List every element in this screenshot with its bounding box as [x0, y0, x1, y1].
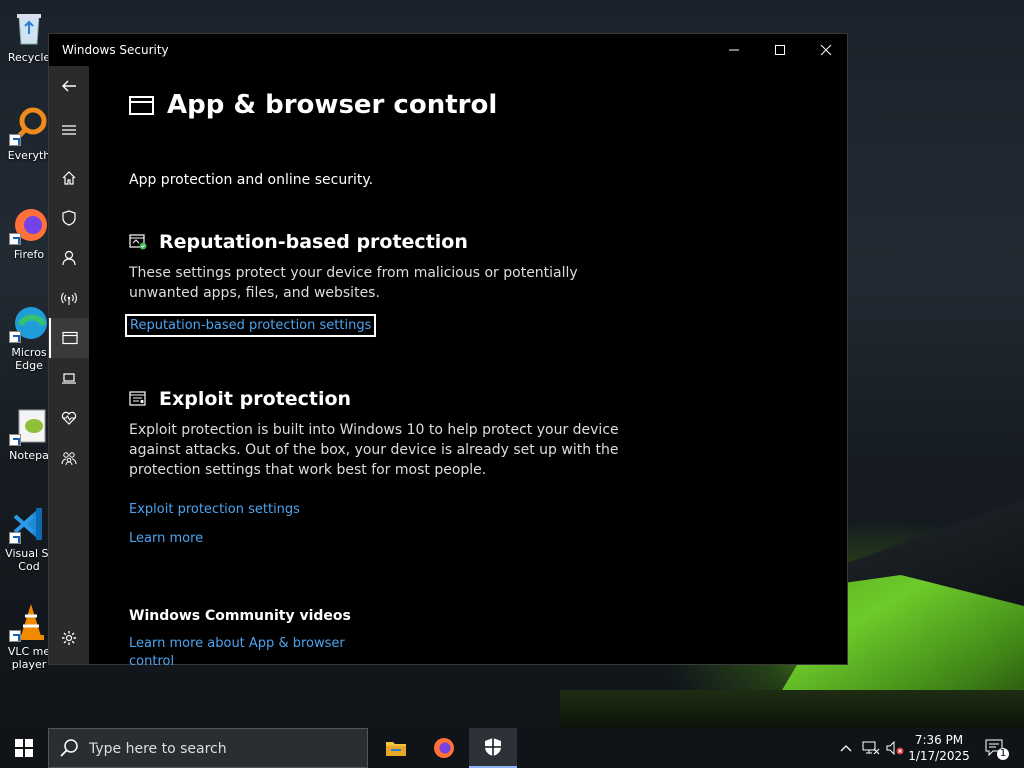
desktop-icon-label: Everyth [7, 149, 51, 162]
everything-search-icon [9, 106, 49, 146]
network-disconnected-icon [862, 741, 880, 755]
back-button[interactable] [49, 66, 89, 106]
page-title: App & browser control [167, 90, 498, 120]
close-icon [820, 44, 832, 56]
reputation-description: These settings protect your device from … [129, 265, 578, 301]
exploit-protection-icon [129, 391, 146, 406]
heart-health-icon [61, 411, 77, 425]
close-button[interactable] [803, 34, 849, 66]
windows-security-window: Windows Security App & browser control A… [48, 33, 848, 669]
exploit-learn-more-link[interactable]: Learn more [129, 531, 203, 546]
clock-time: 7:36 PM [914, 733, 964, 747]
minimize-icon [729, 49, 739, 51]
nav-settings[interactable] [49, 618, 89, 658]
window-title: Windows Security [62, 43, 169, 57]
wireless-antenna-icon [61, 292, 77, 305]
main-content: App & browser control App protection and… [124, 66, 829, 669]
reputation-protection-icon [129, 234, 147, 250]
shortcut-arrow-icon [9, 331, 21, 343]
wallpaper-ground [560, 690, 1024, 730]
firefox-icon [9, 205, 49, 245]
shortcut-arrow-icon [9, 134, 21, 146]
notepad-plus-plus-icon [9, 406, 49, 446]
firefox-icon [434, 738, 454, 758]
desktop-icon-label: Firefo [13, 248, 45, 261]
shortcut-arrow-icon [9, 434, 21, 446]
maximize-icon [775, 45, 785, 55]
title-bar[interactable]: Windows Security [49, 34, 847, 66]
home-icon [62, 171, 76, 185]
search-icon [60, 739, 78, 757]
notification-center-button[interactable]: 1 [978, 728, 1012, 768]
community-learn-more-link-line1[interactable]: Learn more about App & browser [129, 636, 345, 651]
community-videos-title: Windows Community videos [129, 608, 351, 624]
recycle-bin-icon [9, 8, 49, 48]
windows-logo-icon [15, 739, 33, 757]
taskbar-clock[interactable]: 7:36 PM 1/17/2025 [900, 732, 978, 764]
chevron-up-icon [840, 745, 852, 752]
back-arrow-icon [62, 80, 76, 92]
laptop-icon [62, 373, 76, 384]
navigation-sidebar [49, 66, 89, 664]
nav-device-performance[interactable] [49, 398, 89, 438]
shortcut-arrow-icon [9, 630, 21, 642]
shortcut-arrow-icon [9, 233, 21, 245]
reputation-section-title: Reputation-based protection [159, 231, 468, 253]
nav-firewall-network[interactable] [49, 278, 89, 318]
reputation-settings-link[interactable]: Reputation-based protection settings [124, 314, 377, 337]
menu-button[interactable] [49, 110, 89, 150]
nav-app-browser-control[interactable] [49, 318, 89, 358]
nav-virus-protection[interactable] [49, 198, 89, 238]
clock-date: 1/17/2025 [908, 749, 970, 763]
desktop-icon-label: Recycle [7, 51, 51, 64]
show-hidden-icons-button[interactable] [836, 728, 856, 768]
maximize-button[interactable] [757, 34, 803, 66]
search-placeholder: Type here to search [89, 741, 227, 757]
settings-gear-icon [62, 631, 76, 645]
windows-security-shield-icon [485, 738, 501, 756]
family-icon [61, 452, 77, 466]
vscode-icon [9, 504, 49, 544]
shortcut-arrow-icon [9, 532, 21, 544]
notification-count-badge: 1 [997, 748, 1009, 760]
person-icon [62, 250, 76, 266]
taskbar-search-box[interactable]: Type here to search [48, 728, 368, 768]
community-learn-more-link-line2[interactable]: control [129, 654, 174, 669]
taskbar-firefox[interactable] [420, 728, 468, 768]
taskbar: Type here to search 7:36 PM 1/17/2025 1 [0, 728, 1024, 768]
page-subtitle: App protection and online security. [129, 172, 374, 188]
taskbar-windows-security[interactable] [469, 728, 517, 768]
exploit-settings-link[interactable]: Exploit protection settings [129, 502, 300, 517]
file-explorer-folder-icon [386, 742, 406, 756]
app-browser-window-icon [62, 331, 78, 345]
nav-family-options[interactable] [49, 438, 89, 478]
desktop-icon-label: Micros Edge [11, 346, 47, 372]
desktop-icon-label: VLC me player [7, 645, 51, 671]
nav-account-protection[interactable] [49, 238, 89, 278]
edge-icon [9, 303, 49, 343]
app-browser-window-icon [129, 96, 154, 115]
minimize-button[interactable] [711, 34, 757, 66]
nav-home[interactable] [49, 158, 89, 198]
taskbar-file-explorer[interactable] [372, 728, 420, 768]
hamburger-menu-icon [62, 125, 76, 135]
exploit-section-title: Exploit protection [159, 388, 352, 410]
desktop-icon-label: Notepa [9, 449, 49, 462]
network-status-button[interactable] [860, 728, 882, 768]
start-button[interactable] [0, 728, 48, 768]
exploit-description: Exploit protection is built into Windows… [129, 422, 619, 478]
nav-device-security[interactable] [49, 358, 89, 398]
vlc-cone-icon [9, 602, 49, 642]
desktop-icon-label: Visual St Cod [5, 547, 53, 573]
shield-icon [62, 210, 76, 226]
